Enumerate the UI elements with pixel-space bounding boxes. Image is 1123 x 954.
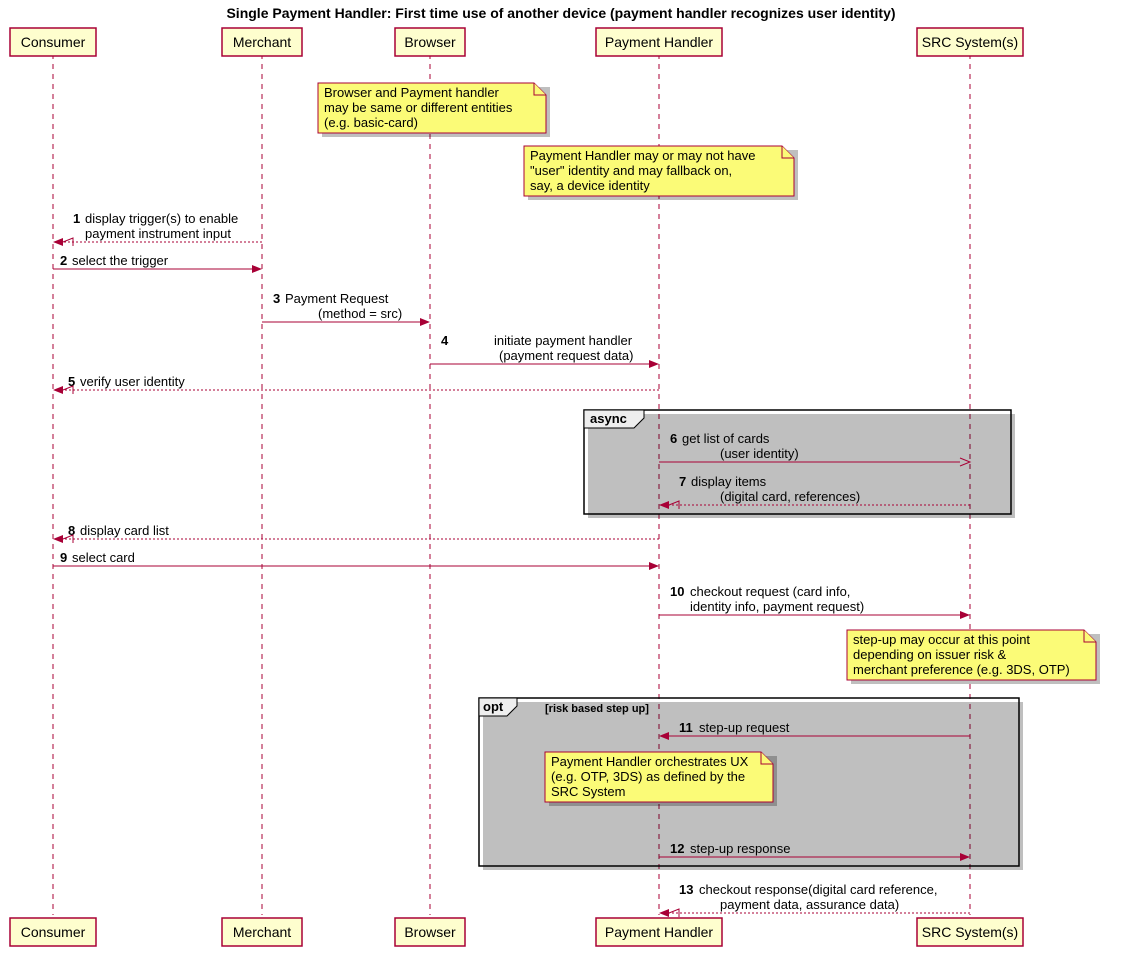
svg-text:initiate payment handler: initiate payment handler — [494, 333, 633, 348]
svg-text:Browser: Browser — [404, 34, 456, 50]
note-browser-ph-entities: Browser and Payment handler may be same … — [318, 83, 550, 137]
msg-3: 3 Payment Request (method = src) — [262, 291, 430, 326]
participant-ph-top: Payment Handler — [596, 28, 722, 56]
svg-text:(digital card, references): (digital card, references) — [720, 489, 860, 504]
svg-text:9: 9 — [60, 550, 67, 565]
msg-1: 1 display trigger(s) to enable payment i… — [53, 211, 262, 246]
svg-text:opt: opt — [483, 699, 504, 714]
svg-text:may be same or different entit: may be same or different entities — [324, 100, 513, 115]
svg-text:3: 3 — [273, 291, 280, 306]
participant-browser-bottom: Browser — [395, 918, 465, 946]
sequence-diagram: Single Payment Handler: First time use o… — [0, 0, 1123, 954]
svg-text:Consumer: Consumer — [21, 34, 86, 50]
svg-text:select the trigger: select the trigger — [72, 253, 169, 268]
svg-text:Browser and Payment handler: Browser and Payment handler — [324, 85, 500, 100]
svg-text:display card list: display card list — [80, 523, 169, 538]
note-stepup-may-occur: step-up may occur at this point dependin… — [847, 630, 1100, 684]
svg-text:(e.g. OTP, 3DS) as defined by: (e.g. OTP, 3DS) as defined by the — [551, 769, 745, 784]
svg-text:SRC System(s): SRC System(s) — [922, 34, 1018, 50]
svg-text:merchant preference (e.g. 3DS,: merchant preference (e.g. 3DS, OTP) — [853, 662, 1070, 677]
svg-text:display trigger(s) to enable: display trigger(s) to enable — [85, 211, 238, 226]
svg-text:12: 12 — [670, 841, 684, 856]
participant-ph-bottom: Payment Handler — [596, 918, 722, 946]
svg-text:payment instrument input: payment instrument input — [85, 226, 231, 241]
svg-text:checkout response(digital card: checkout response(digital card reference… — [699, 882, 937, 897]
svg-text:(method = src): (method = src) — [318, 306, 402, 321]
participant-src-bottom: SRC System(s) — [917, 918, 1023, 946]
svg-text:select card: select card — [72, 550, 135, 565]
participant-consumer-bottom: Consumer — [10, 918, 96, 946]
svg-text:SRC System: SRC System — [551, 784, 625, 799]
svg-text:depending on issuer risk &: depending on issuer risk & — [853, 647, 1007, 662]
note-ph-user-identity: Payment Handler may or may not have "use… — [524, 146, 798, 200]
svg-text:[risk based step up]: [risk based step up] — [545, 703, 649, 715]
svg-text:step-up response: step-up response — [690, 841, 790, 856]
svg-text:Merchant: Merchant — [233, 34, 291, 50]
svg-text:say, a device identity: say, a device identity — [530, 178, 650, 193]
svg-text:2: 2 — [60, 253, 67, 268]
note-ph-orchestrates: Payment Handler orchestrates UX (e.g. OT… — [545, 752, 777, 806]
svg-text:display items: display items — [691, 474, 767, 489]
svg-text:checkout request (card info,: checkout request (card info, — [690, 584, 850, 599]
svg-text:Payment Request: Payment Request — [285, 291, 389, 306]
msg-8: 8 display card list — [53, 523, 659, 543]
svg-text:Browser: Browser — [404, 924, 456, 940]
svg-text:1: 1 — [73, 211, 80, 226]
svg-text:Consumer: Consumer — [21, 924, 86, 940]
participant-browser-top: Browser — [395, 28, 465, 56]
svg-text:7: 7 — [679, 474, 686, 489]
svg-text:6: 6 — [670, 431, 677, 446]
svg-text:async: async — [590, 411, 627, 426]
svg-text:10: 10 — [670, 584, 684, 599]
svg-text:(user identity): (user identity) — [720, 446, 799, 461]
svg-text:(e.g. basic-card): (e.g. basic-card) — [324, 115, 418, 130]
msg-9: 9 select card — [53, 550, 659, 570]
svg-text:SRC System(s): SRC System(s) — [922, 924, 1018, 940]
participant-merchant-bottom: Merchant — [222, 918, 302, 946]
svg-text:get list of cards: get list of cards — [682, 431, 770, 446]
participant-merchant-top: Merchant — [222, 28, 302, 56]
svg-text:4: 4 — [441, 333, 449, 348]
svg-text:Payment Handler orchestrates U: Payment Handler orchestrates UX — [551, 754, 749, 769]
svg-text:verify user identity: verify user identity — [80, 374, 185, 389]
svg-text:step-up request: step-up request — [699, 720, 790, 735]
svg-text:step-up may occur at this poin: step-up may occur at this point — [853, 632, 1030, 647]
svg-text:Payment Handler: Payment Handler — [605, 34, 714, 50]
svg-text:"user" identity and may fallba: "user" identity and may fallback on, — [530, 163, 732, 178]
svg-text:Payment Handler may or may not: Payment Handler may or may not have — [530, 148, 755, 163]
svg-text:Payment Handler: Payment Handler — [605, 924, 714, 940]
msg-5: 5 verify user identity — [53, 374, 659, 394]
diagram-title: Single Payment Handler: First time use o… — [226, 5, 895, 21]
msg-4: 4 initiate payment handler (payment requ… — [430, 333, 659, 368]
participant-consumer-top: Consumer — [10, 28, 96, 56]
svg-text:11: 11 — [679, 720, 693, 735]
participant-src-top: SRC System(s) — [917, 28, 1023, 56]
svg-text:identity info, payment request: identity info, payment request) — [690, 599, 864, 614]
svg-text:13: 13 — [679, 882, 693, 897]
svg-text:payment data, assurance data): payment data, assurance data) — [720, 897, 899, 912]
msg-10: 10 checkout request (card info, identity… — [659, 584, 970, 619]
msg-2: 2 select the trigger — [53, 253, 262, 273]
msg-13: 13 checkout response(digital card refere… — [659, 882, 970, 917]
svg-text:Merchant: Merchant — [233, 924, 291, 940]
svg-text:(payment request data): (payment request data) — [499, 348, 633, 363]
